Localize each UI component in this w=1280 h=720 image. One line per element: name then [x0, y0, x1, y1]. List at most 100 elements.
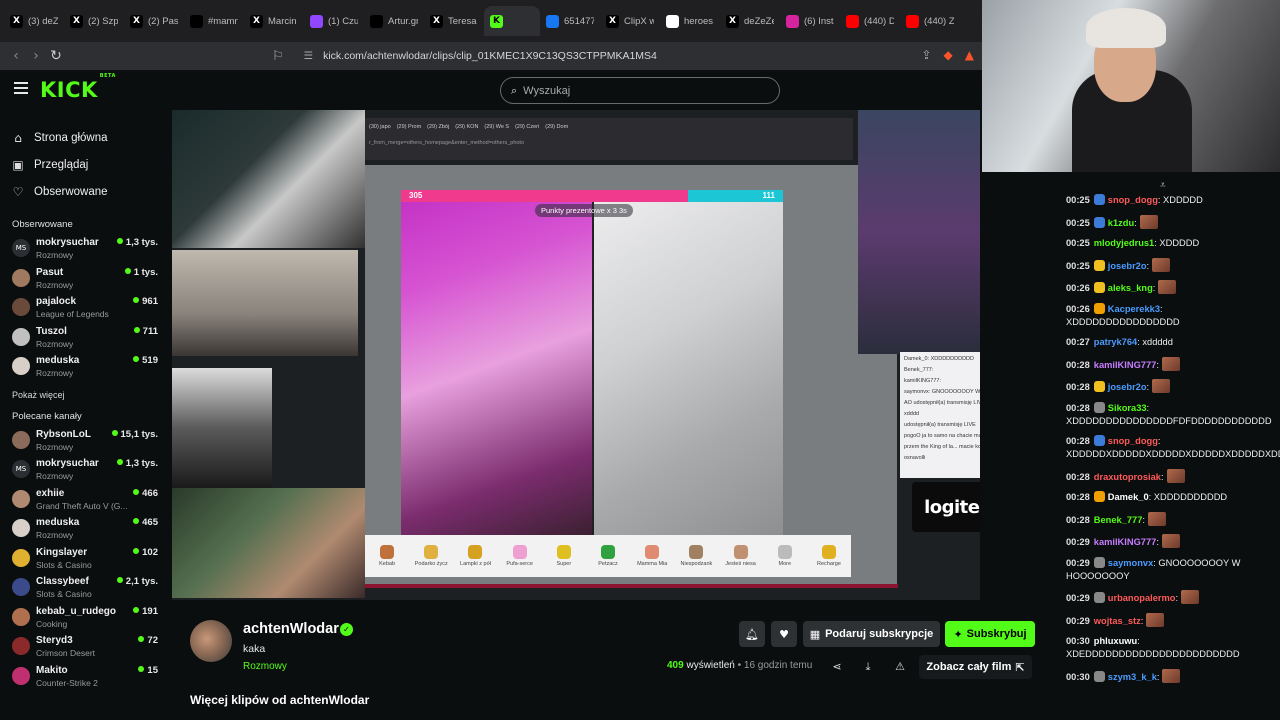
- notification-button[interactable]: 🔔︎: [739, 621, 765, 647]
- chat-username[interactable]: patryk764: [1094, 337, 1137, 347]
- channel-name[interactable]: achtenWlodar: [243, 621, 339, 637]
- browser-tab[interactable]: X Teresa: [424, 6, 484, 36]
- chat-username[interactable]: josebr2o: [1108, 261, 1147, 271]
- chat-username[interactable]: szym3_k_k: [1108, 672, 1157, 682]
- chat-timestamp: 00:28: [1066, 402, 1090, 413]
- browser-tab[interactable]: heroes: [660, 6, 720, 36]
- channel-item[interactable]: Kingslayer Slots & Casino 102: [0, 545, 172, 575]
- channel-category: Rozmowy: [36, 368, 74, 378]
- browser-tab[interactable]: K: [484, 6, 540, 36]
- chat-username[interactable]: Sikora33: [1108, 403, 1147, 413]
- chat-username[interactable]: kamilKING777: [1094, 360, 1157, 370]
- x-icon: X: [10, 14, 23, 28]
- channel-item[interactable]: pajalock League of Legends 961: [0, 294, 172, 324]
- reload-icon[interactable]: ↻: [46, 48, 66, 64]
- chat-text: :: [1156, 671, 1160, 682]
- browser-tab[interactable]: (440) D: [840, 6, 900, 36]
- channel-name: Tuszol: [36, 325, 67, 337]
- watch-full-label: Zobacz cały film: [926, 661, 1012, 673]
- tab-label: (6) Insta: [804, 15, 834, 27]
- chat-username[interactable]: phluxuwu: [1094, 636, 1137, 646]
- search-input[interactable]: ⌕ Wyszukaj: [500, 77, 780, 104]
- download-icon[interactable]: ⤓: [858, 657, 878, 677]
- browser-tab[interactable]: (6) Insta: [780, 6, 840, 36]
- browser-tab[interactable]: (440) Z: [900, 6, 960, 36]
- chat-username[interactable]: mlodyjedrus1: [1094, 238, 1154, 248]
- channel-item[interactable]: Classybeef Slots & Casino 2,1 tys.: [0, 574, 172, 604]
- url-field[interactable]: ⚐ ☰ kick.com/achtenwlodar/clips/clip_01K…: [272, 42, 657, 70]
- browser-tab[interactable]: X (3) deZe: [4, 6, 64, 36]
- gift-icon: [556, 545, 571, 559]
- brave-shield-icon[interactable]: ◆: [944, 48, 953, 62]
- channel-item[interactable]: Pasut Rozmowy 1 tys.: [0, 265, 172, 295]
- chat-username[interactable]: kamilKING777: [1094, 537, 1157, 547]
- chat-username[interactable]: Kacperekk3: [1108, 304, 1160, 314]
- channel-item[interactable]: Steryd3 Crimson Desert 72: [0, 633, 172, 663]
- x-icon: X: [606, 14, 619, 28]
- kick-logo[interactable]: KICKBETA: [40, 73, 115, 102]
- browser-tab[interactable]: X ClipX w: [600, 6, 660, 36]
- chat-username[interactable]: urbanopalermo: [1108, 593, 1176, 603]
- follow-button[interactable]: ♥: [771, 621, 797, 647]
- browser-tab[interactable]: XdeZeZe: [720, 6, 780, 36]
- site-info-icon[interactable]: ☰: [304, 50, 313, 62]
- chat-text: :: [1142, 514, 1145, 525]
- avatar[interactable]: [190, 620, 232, 662]
- chat-username[interactable]: aleks_kng: [1108, 283, 1153, 293]
- show-more-link[interactable]: Pokaż więcej: [0, 385, 172, 405]
- channel-item[interactable]: meduska Rozmowy 465: [0, 515, 172, 545]
- tab-label: (440) D: [864, 15, 894, 27]
- viewer-count: 1,3 tys.: [117, 237, 158, 248]
- chat-username[interactable]: Benek_777: [1094, 515, 1143, 525]
- chat-username[interactable]: k1zdu: [1108, 218, 1134, 228]
- browser-tab[interactable]: #mamn: [184, 6, 244, 36]
- channel-item[interactable]: Makito Counter-Strike 2 15: [0, 663, 172, 693]
- nav-following[interactable]: ♡ Obserwowane: [12, 178, 172, 205]
- chat-username[interactable]: snop_dogg: [1108, 195, 1158, 205]
- recommended-list: RybsonLoL Rozmowy 15,1 tys. MS mokrysuchar Ro…: [0, 427, 172, 693]
- channel-item[interactable]: RybsonLoL Rozmowy 15,1 tys.: [0, 427, 172, 457]
- browser-tab[interactable]: X (2) Pasu: [124, 6, 184, 36]
- nav-browse[interactable]: ▣ Przeglądaj: [12, 151, 172, 178]
- gift-subs-button[interactable]: ▦ Podaruj subskrypcje: [803, 621, 940, 647]
- channel-item[interactable]: exhiie Grand Theft Auto V (G... 466: [0, 486, 172, 516]
- channel-item[interactable]: meduska Rozmowy 519: [0, 353, 172, 383]
- share-icon[interactable]: ⇪: [921, 48, 931, 62]
- channel-item[interactable]: kebab_u_rudego Cooking 191: [0, 604, 172, 634]
- subscribe-button[interactable]: ✦ Subskrybuj: [945, 621, 1035, 647]
- tab-label: ClipX w: [624, 15, 654, 27]
- watch-full-button[interactable]: Zobacz cały film ⇱: [919, 655, 1032, 679]
- chat-username[interactable]: Damek_0: [1108, 492, 1149, 502]
- progress-bar[interactable]: [365, 584, 898, 588]
- webcam-top-left: [172, 110, 365, 248]
- chat-username[interactable]: saymonvx: [1108, 558, 1153, 568]
- channel-item[interactable]: MS mokrysuchar Rozmowy 1,3 tys.: [0, 456, 172, 486]
- viewer-count: 102: [133, 547, 158, 558]
- chat-username[interactable]: snop_dogg: [1108, 436, 1158, 446]
- rewards-icon[interactable]: ▲: [965, 48, 974, 62]
- forward-icon[interactable]: ›: [26, 48, 46, 64]
- back-icon[interactable]: ‹: [6, 48, 26, 64]
- browser-tab[interactable]: Artur.gr: [364, 6, 424, 36]
- channel-item[interactable]: MS mokrysuchar Rozmowy 1,3 tys.: [0, 235, 172, 265]
- chat-username[interactable]: wojtas_stz: [1094, 616, 1141, 626]
- channel-category: Slots & Casino: [36, 589, 92, 599]
- chat-username[interactable]: josebr2o: [1108, 382, 1147, 392]
- video-player[interactable]: (30) japo (29) Prom (29) Zbój (29) KON (29) …: [172, 110, 980, 600]
- report-icon[interactable]: ⚠: [890, 657, 910, 677]
- browser-tab[interactable]: X (2) Szpy: [64, 6, 124, 36]
- channel-name: kebab_u_rudego: [36, 605, 117, 617]
- nav-home[interactable]: ⌂ Strona główna: [12, 124, 172, 151]
- browser-tab[interactable]: X Marcin: [244, 6, 304, 36]
- menu-icon[interactable]: [14, 82, 28, 94]
- share-icon[interactable]: ⋖: [827, 657, 847, 677]
- external-link-icon: ⇱: [1015, 660, 1025, 674]
- webcam-dark: [172, 368, 272, 488]
- chat-username[interactable]: draxutoprosiak: [1094, 472, 1161, 482]
- browser-tab[interactable]: (1) Czuj: [304, 6, 364, 36]
- channel-item[interactable]: Tuszol Rozmowy 711: [0, 324, 172, 354]
- clip-category[interactable]: Rozmowy: [243, 661, 287, 672]
- bookmark-icon[interactable]: ⚐: [272, 48, 284, 64]
- chevron-down-icon[interactable]: ⩡: [1160, 180, 1166, 191]
- browser-tab[interactable]: 651477: [540, 6, 600, 36]
